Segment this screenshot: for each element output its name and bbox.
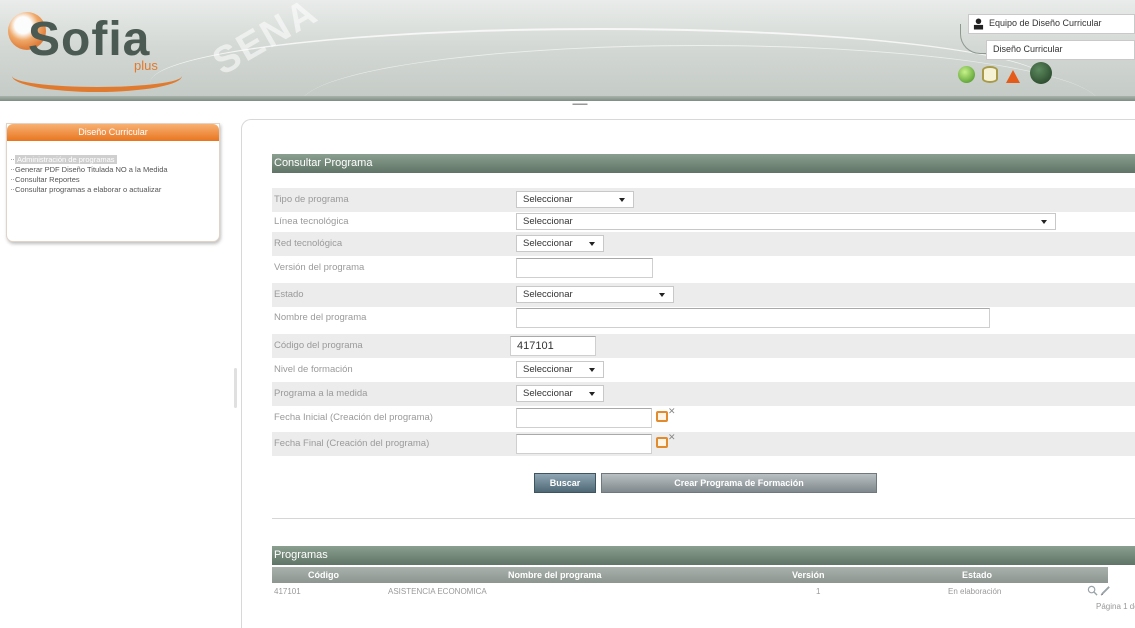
- a-la-medida-row: Programa a la medida Seleccionar: [272, 382, 1135, 406]
- select-value: Seleccionar: [523, 194, 573, 205]
- app-header: Sofia plus SENA Equipo de Diseño Curricu…: [0, 0, 1135, 96]
- linea-tecnologica-row: Línea tecnológica Seleccionar: [272, 210, 1135, 234]
- crear-programa-button[interactable]: Crear Programa de Formación: [601, 473, 877, 493]
- estado-select[interactable]: Seleccionar: [516, 286, 674, 303]
- table-header: Código Nombre del programa Versión Estad…: [272, 567, 1108, 583]
- select-value: Seleccionar: [523, 216, 573, 227]
- sidebar-item-label: Administración de programas: [15, 155, 117, 164]
- column-header-version[interactable]: Versión: [792, 570, 825, 580]
- sena-watermark: SENA: [205, 0, 335, 96]
- sofia-plus-logo[interactable]: Sofia plus: [6, 8, 196, 92]
- buscar-button[interactable]: Buscar: [534, 473, 596, 493]
- chevron-down-icon: [619, 198, 625, 202]
- chevron-down-icon: [589, 242, 595, 246]
- nombre-input[interactable]: [516, 308, 990, 328]
- section-divider: [272, 518, 1135, 519]
- cell-estado: En elaboración: [948, 587, 1002, 596]
- clear-date-icon[interactable]: ✕: [668, 406, 676, 416]
- chevron-down-icon: [589, 368, 595, 372]
- red-tecnologica-row: Red tecnológica Seleccionar: [272, 232, 1135, 256]
- panel-splitter[interactable]: [230, 368, 238, 408]
- nivel-row: Nivel de formación Seleccionar: [272, 358, 1135, 382]
- sidebar-item-generar-pdf[interactable]: Generar PDF Diseño Titulada NO a la Medi…: [11, 165, 219, 174]
- database-icon[interactable]: [982, 66, 998, 83]
- a-la-medida-select[interactable]: Seleccionar: [516, 385, 604, 402]
- sidebar-item-consultar-reportes[interactable]: Consultar Reportes: [11, 175, 219, 184]
- version-input[interactable]: [516, 258, 653, 278]
- linea-tecnologica-select[interactable]: Seleccionar: [516, 213, 1056, 230]
- cell-codigo: 417101: [274, 587, 301, 596]
- user-area[interactable]: Diseño Curricular: [986, 40, 1135, 60]
- user-role[interactable]: Equipo de Diseño Curricular: [968, 14, 1135, 34]
- consultar-programa-title: Consultar Programa: [272, 154, 1135, 173]
- version-row: Versión del programa: [272, 256, 1135, 280]
- fecha-final-input[interactable]: [516, 434, 652, 454]
- cell-nombre: ASISTENCIA ECONOMICA: [388, 587, 487, 596]
- codigo-row: Código del programa: [272, 334, 1135, 358]
- sena-logo-icon[interactable]: [1030, 62, 1052, 84]
- pagination-info: Página 1 de: [1096, 602, 1135, 611]
- user-role-text: Equipo de Diseño Curricular: [989, 18, 1102, 28]
- warning-icon[interactable]: [1006, 70, 1020, 83]
- field-label: Tipo de programa: [274, 194, 349, 205]
- codigo-input[interactable]: [510, 336, 596, 356]
- field-label: Fecha Inicial (Creación del programa): [274, 412, 433, 423]
- logo-plus: plus: [134, 58, 158, 73]
- sena-watermark-text: SENA: [205, 0, 326, 84]
- chevron-down-icon: [1041, 220, 1047, 224]
- logo-word: Sofia: [28, 13, 151, 66]
- edit-icon[interactable]: [1100, 585, 1111, 596]
- field-label: Programa a la medida: [274, 388, 368, 399]
- estado-row: Estado Seleccionar: [272, 283, 1135, 307]
- clear-date-icon[interactable]: ✕: [668, 432, 676, 442]
- search-icon[interactable]: [1087, 585, 1098, 596]
- select-value: Seleccionar: [523, 238, 573, 249]
- user-area-text: Diseño Curricular: [993, 44, 1063, 54]
- fecha-final-row: Fecha Final (Creación del programa) ✕: [272, 432, 1135, 456]
- nombre-row: Nombre del programa: [272, 306, 1135, 330]
- programas-title: Programas: [272, 546, 1135, 565]
- red-tecnologica-select[interactable]: Seleccionar: [516, 235, 604, 252]
- field-label: Fecha Final (Creación del programa): [274, 438, 430, 449]
- collapse-header-handle[interactable]: ▬▬▬: [540, 101, 620, 107]
- sidebar: Diseño Curricular Administración de prog…: [6, 123, 220, 242]
- calendar-icon[interactable]: [656, 411, 668, 422]
- select-value: Seleccionar: [523, 289, 573, 300]
- field-label: Nivel de formación: [274, 364, 353, 375]
- field-label: Nombre del programa: [274, 312, 367, 323]
- header-toolbar: [958, 62, 1058, 88]
- sidebar-item-consultar-programas[interactable]: Consultar programas a elaborar o actuali…: [11, 185, 219, 194]
- field-label: Estado: [274, 289, 304, 300]
- column-header-nombre[interactable]: Nombre del programa: [508, 570, 602, 580]
- field-label: Código del programa: [274, 340, 363, 351]
- cell-version: 1: [816, 587, 821, 596]
- calendar-icon[interactable]: [656, 437, 668, 448]
- field-label: Línea tecnológica: [274, 216, 349, 227]
- select-value: Seleccionar: [523, 388, 573, 399]
- user-icon: [973, 18, 984, 30]
- sidebar-item-label: Generar PDF Diseño Titulada NO a la Medi…: [15, 165, 168, 174]
- select-value: Seleccionar: [523, 364, 573, 375]
- fecha-inicial-input[interactable]: [516, 408, 652, 428]
- tipo-programa-row: Tipo de programa Seleccionar: [272, 188, 1135, 212]
- tipo-programa-select[interactable]: Seleccionar: [516, 191, 634, 208]
- field-label: Versión del programa: [274, 262, 365, 273]
- sidebar-item-label: Consultar Reportes: [15, 175, 80, 184]
- online-status-icon[interactable]: [958, 66, 975, 83]
- fecha-inicial-row: Fecha Inicial (Creación del programa) ✕: [272, 406, 1135, 430]
- column-header-estado[interactable]: Estado: [962, 570, 992, 580]
- chevron-down-icon: [659, 293, 665, 297]
- column-header-codigo[interactable]: Código: [308, 570, 339, 580]
- sidebar-item-administracion[interactable]: Administración de programas: [11, 155, 219, 164]
- field-label: Red tecnológica: [274, 238, 343, 249]
- sidebar-menu: Administración de programas Generar PDF …: [7, 141, 219, 194]
- splitter-handle: [234, 368, 237, 408]
- row-actions: [1083, 584, 1113, 598]
- table-row[interactable]: 417101 ASISTENCIA ECONOMICA 1 En elabora…: [272, 584, 1108, 600]
- sidebar-item-label: Consultar programas a elaborar o actuali…: [15, 185, 162, 194]
- chevron-down-icon: [589, 392, 595, 396]
- nivel-select[interactable]: Seleccionar: [516, 361, 604, 378]
- sidebar-title: Diseño Curricular: [7, 124, 219, 141]
